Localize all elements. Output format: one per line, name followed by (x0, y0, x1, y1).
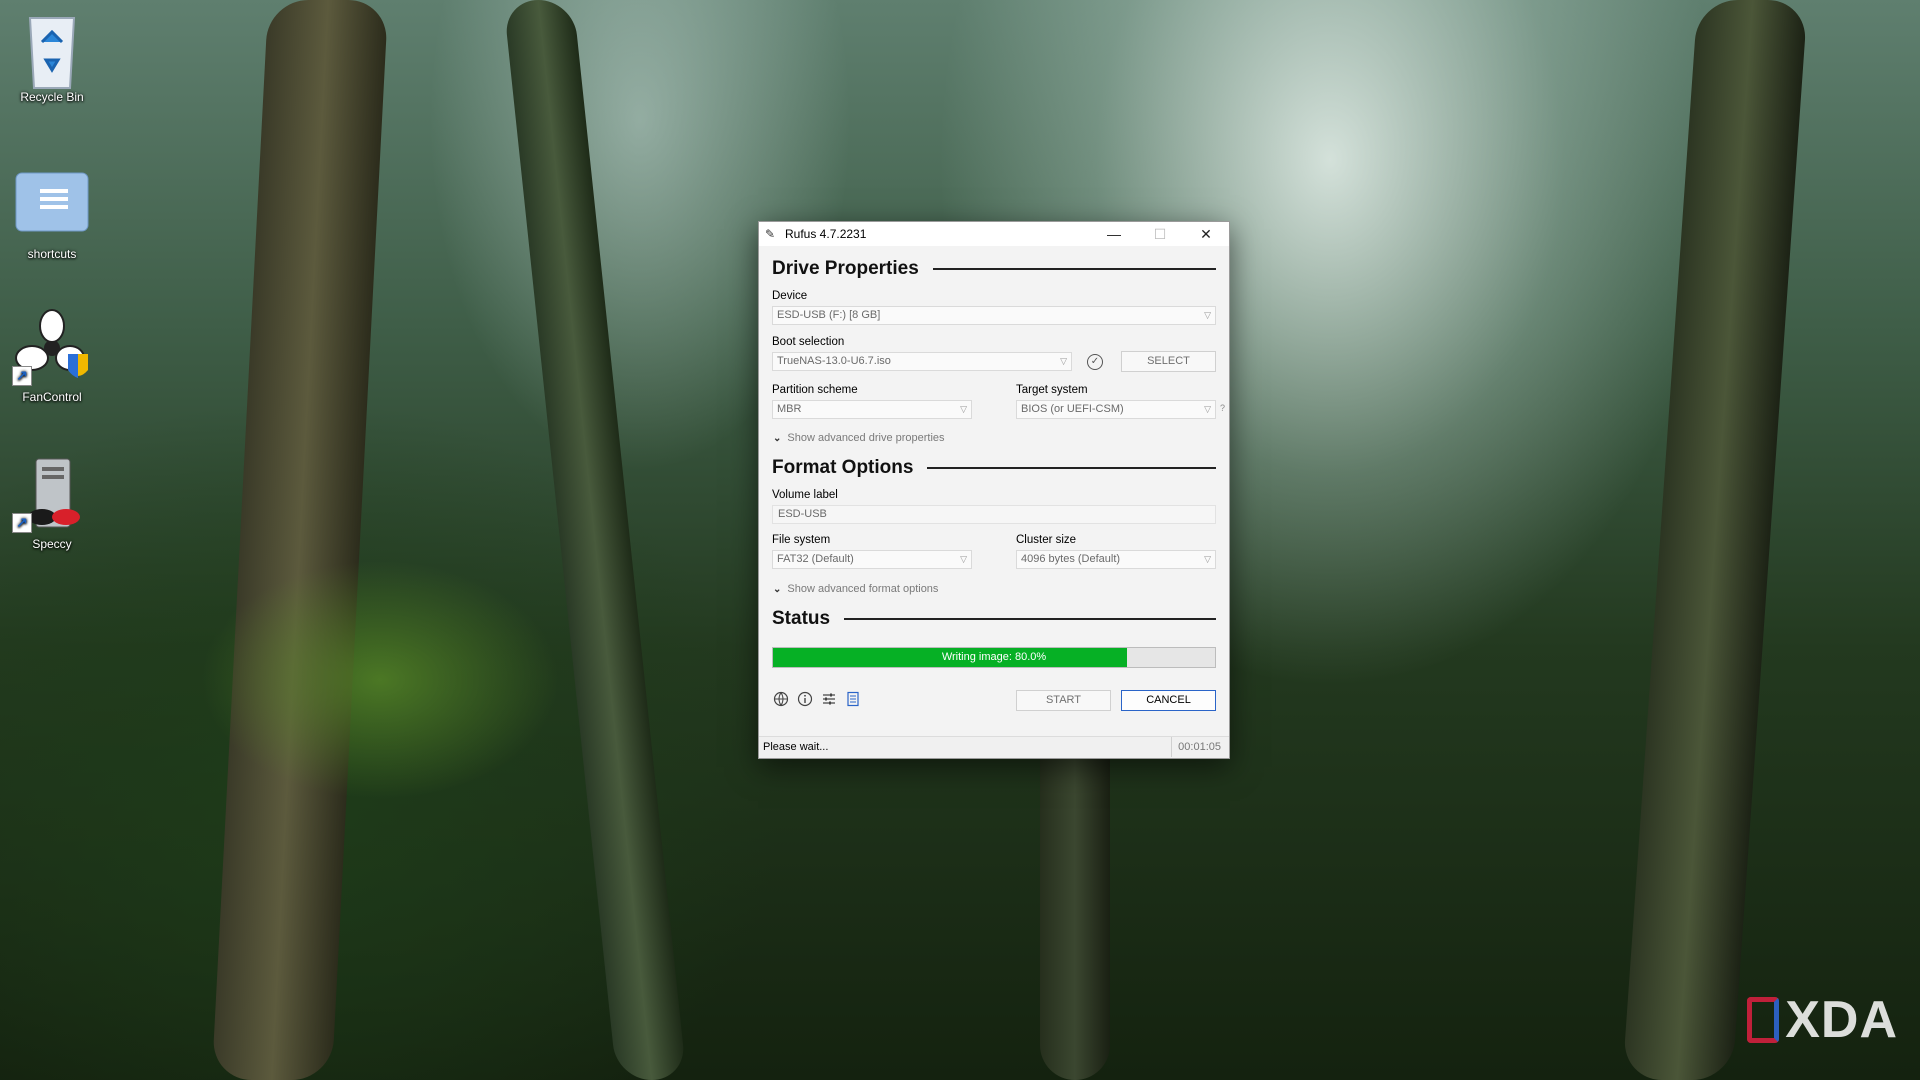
shortcut-arrow-icon: ↗ (12, 513, 32, 533)
boot-selection-dropdown[interactable]: TrueNAS-13.0-U6.7.iso ▽ (772, 352, 1072, 371)
desktop-icon-label: Recycle Bin (20, 90, 84, 104)
drive-properties-heading: Drive Properties (772, 258, 919, 279)
desktop-icon-fancontrol[interactable]: ↗ FanControl (6, 308, 98, 404)
minimize-button[interactable]: — (1091, 222, 1137, 246)
close-button[interactable]: ✕ (1183, 222, 1229, 246)
target-help-icon[interactable]: ? (1220, 403, 1225, 413)
progress-bar: Writing image: 80.0% (772, 647, 1216, 668)
advanced-drive-properties-toggle[interactable]: ⌄ Show advanced drive properties (773, 432, 945, 444)
xda-logo-icon (1747, 997, 1780, 1043)
section-divider (932, 268, 1216, 270)
partition-scheme-dropdown[interactable]: MBR ▽ (772, 400, 972, 419)
section-divider (844, 618, 1216, 620)
info-icon[interactable] (797, 691, 813, 707)
chevron-down-icon: ⌄ (773, 583, 782, 595)
volume-label-value: ESD-USB (778, 508, 827, 520)
rufus-app-icon: ✎ (765, 227, 776, 241)
chevron-down-icon: ▽ (1204, 554, 1211, 564)
cluster-size-dropdown[interactable]: 4096 bytes (Default) ▽ (1016, 550, 1216, 569)
desktop-icon-recycle-bin[interactable]: Recycle Bin (6, 8, 98, 104)
settings-icon[interactable] (821, 691, 837, 707)
boot-selection-value: TrueNAS-13.0-U6.7.iso (777, 355, 891, 367)
cluster-size-value: 4096 bytes (Default) (1021, 553, 1121, 565)
file-system-value: FAT32 (Default) (777, 553, 854, 565)
language-icon[interactable] (773, 691, 789, 707)
chevron-down-icon: ▽ (1060, 356, 1067, 366)
shortcut-arrow-icon: ↗ (12, 366, 32, 386)
desktop-icon-label: FanControl (22, 390, 82, 404)
desktop-icon-label: shortcuts (27, 247, 77, 261)
device-value: ESD-USB (F:) [8 GB] (777, 309, 881, 321)
watermark-text: XDA (1785, 991, 1898, 1049)
background-tree-trunk (211, 0, 389, 1080)
maximize-button[interactable]: ☐ (1137, 222, 1183, 246)
chevron-down-icon: ▽ (960, 404, 967, 414)
format-options-section: Format Options (772, 457, 1216, 479)
advanced-format-options-label: Show advanced format options (787, 583, 939, 595)
chevron-down-icon: ▽ (1204, 310, 1211, 320)
target-system-value: BIOS (or UEFI-CSM) (1021, 403, 1124, 415)
device-dropdown[interactable]: ESD-USB (F:) [8 GB] ▽ (772, 306, 1216, 325)
volume-label-label: Volume label (772, 489, 838, 501)
rufus-window: ✎ Rufus 4.7.2231 — ☐ ✕ Drive Properties … (758, 221, 1230, 759)
advanced-format-options-toggle[interactable]: ⌄ Show advanced format options (773, 583, 938, 595)
background-foliage (200, 560, 560, 800)
chevron-down-icon: ▽ (1204, 404, 1211, 414)
fan-icon: ↗ (12, 308, 92, 388)
cluster-size-label: Cluster size (1016, 534, 1077, 546)
log-icon[interactable] (845, 691, 861, 707)
device-label: Device (772, 290, 808, 302)
window-title: Rufus 4.7.2231 (785, 227, 867, 241)
format-options-heading: Format Options (772, 457, 914, 478)
folder-icon (12, 165, 92, 245)
status-bar: Please wait... 00:01:05 (759, 736, 1229, 758)
target-system-dropdown[interactable]: BIOS (or UEFI-CSM) ▽ (1016, 400, 1216, 419)
partition-scheme-value: MBR (777, 403, 802, 415)
speccy-computer-icon: ↗ (12, 455, 92, 535)
section-divider (927, 467, 1216, 469)
desktop-icon-speccy[interactable]: ↗ Speccy (6, 455, 98, 551)
verify-checkmark-icon[interactable]: ✓ (1087, 354, 1103, 370)
file-system-dropdown[interactable]: FAT32 (Default) ▽ (772, 550, 972, 569)
elapsed-time: 00:01:05 (1171, 737, 1221, 757)
xda-watermark: XDA (1747, 990, 1898, 1050)
progress-text: Writing image: 80.0% (941, 651, 1047, 663)
cancel-button[interactable]: CANCEL (1121, 690, 1216, 711)
drive-properties-section: Drive Properties (772, 258, 1216, 280)
advanced-drive-properties-label: Show advanced drive properties (787, 432, 945, 444)
chevron-down-icon: ⌄ (773, 432, 782, 444)
desktop-icon-label: Speccy (32, 537, 72, 551)
status-message: Please wait... (763, 741, 829, 753)
partition-scheme-label: Partition scheme (772, 384, 858, 396)
status-section: Status (772, 608, 1216, 630)
select-button[interactable]: SELECT (1121, 351, 1216, 372)
file-system-label: File system (772, 534, 831, 546)
background-tree-trunk (503, 0, 687, 1080)
start-button[interactable]: START (1016, 690, 1111, 711)
boot-selection-label: Boot selection (772, 336, 845, 348)
background-tree-trunk (1622, 0, 1808, 1080)
desktop-icon-shortcuts[interactable]: shortcuts (6, 165, 98, 261)
volume-label-input[interactable]: ESD-USB (772, 505, 1216, 524)
target-system-label: Target system (1016, 384, 1088, 396)
title-bar[interactable]: ✎ Rufus 4.7.2231 — ☐ ✕ (759, 222, 1229, 246)
recycle-bin-icon (12, 8, 92, 89)
chevron-down-icon: ▽ (960, 554, 967, 564)
status-heading: Status (772, 608, 831, 629)
